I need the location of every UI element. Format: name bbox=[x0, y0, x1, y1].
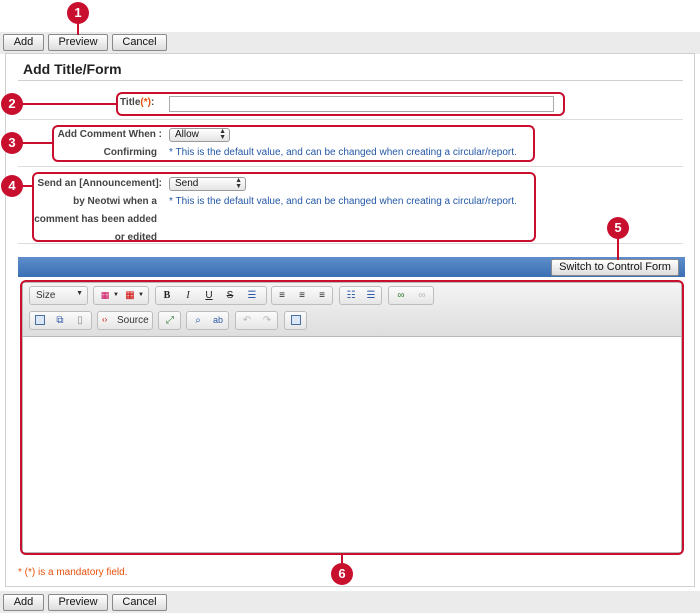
mandatory-field-note: * (*) is a mandatory field. bbox=[18, 567, 128, 578]
top-toolbar: Add Preview Cancel bbox=[0, 32, 700, 54]
callout-number-4: 4 bbox=[1, 175, 23, 197]
callout-box-2 bbox=[116, 92, 565, 116]
page-title: Add Title/Form bbox=[23, 61, 122, 77]
callout-line-5 bbox=[617, 238, 619, 260]
title-divider bbox=[18, 80, 683, 81]
bottom-toolbar: Add Preview Cancel bbox=[0, 591, 700, 613]
add-button[interactable]: Add bbox=[3, 34, 44, 51]
callout-line-3 bbox=[20, 142, 53, 144]
callout-number-1: 1 bbox=[67, 2, 89, 24]
cancel-button[interactable]: Cancel bbox=[112, 594, 167, 611]
callout-line-1 bbox=[77, 23, 79, 35]
cancel-button[interactable]: Cancel bbox=[112, 34, 167, 51]
switch-to-control-form-button[interactable]: Switch to Control Form bbox=[551, 259, 679, 276]
callout-number-3: 3 bbox=[1, 132, 23, 154]
callout-box-4 bbox=[32, 172, 536, 242]
callout-box-6 bbox=[20, 280, 684, 555]
add-button[interactable]: Add bbox=[3, 594, 44, 611]
row-divider bbox=[18, 166, 683, 167]
callout-box-3 bbox=[52, 125, 535, 162]
callout-number-5: 5 bbox=[607, 217, 629, 239]
callout-number-6: 6 bbox=[331, 563, 353, 585]
row-divider bbox=[18, 243, 683, 244]
callout-line-2 bbox=[20, 103, 117, 105]
callout-number-2: 2 bbox=[1, 93, 23, 115]
preview-button[interactable]: Preview bbox=[48, 594, 108, 611]
preview-button[interactable]: Preview bbox=[48, 34, 108, 51]
row-divider bbox=[18, 119, 683, 120]
